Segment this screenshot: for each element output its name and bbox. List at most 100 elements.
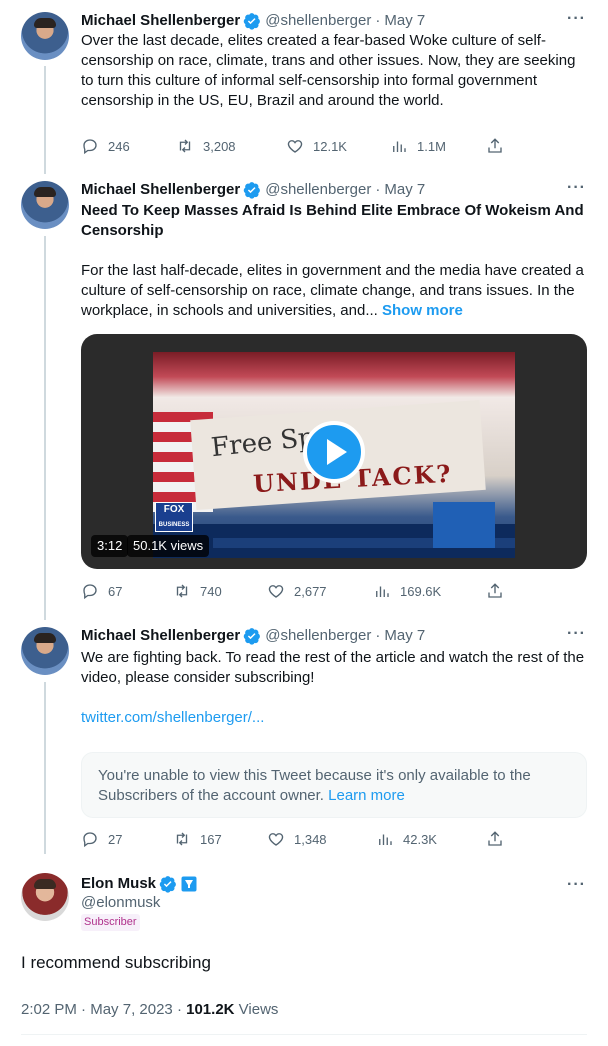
retweet-count: 740: [200, 583, 222, 599]
video-views: 50.1K views: [127, 535, 210, 557]
author-handle[interactable]: @shellenberger: [265, 180, 371, 200]
reply-button[interactable]: 27: [81, 830, 122, 848]
learn-more-link[interactable]: Learn more: [328, 787, 405, 804]
avatar[interactable]: [21, 873, 69, 921]
notice-text: You're unable to view this Tweet because…: [98, 767, 531, 804]
tweet-actions: 246 3,208 12.1K 1.1M: [81, 137, 504, 157]
retweet-count: 3,208: [203, 138, 236, 154]
reply-count: 246: [108, 138, 130, 154]
author-handle[interactable]: @shellenberger: [265, 11, 371, 31]
author-handle[interactable]: @elonmusk: [81, 894, 160, 911]
tweet-time[interactable]: 2:02 PM: [21, 1001, 77, 1018]
next-segment-box: [433, 502, 495, 548]
like-button[interactable]: 1,348: [267, 830, 327, 848]
reply-icon: [83, 584, 97, 600]
analytics-icon: [376, 586, 389, 597]
verified-icon: [243, 13, 261, 30]
divider: [21, 1034, 587, 1035]
tweet-header: Michael Shellenberger @shellenberger · M…: [81, 180, 425, 200]
share-icon: [488, 138, 502, 153]
tweet-text: I recommend subscribing: [21, 953, 211, 972]
views-button[interactable]: 169.6K: [373, 582, 441, 600]
like-count: 2,677: [294, 583, 327, 599]
more-options-icon[interactable]: ···: [567, 876, 586, 894]
play-button[interactable]: [303, 421, 365, 483]
thread-line: [44, 66, 46, 174]
show-more-link[interactable]: Show more: [382, 302, 463, 319]
retweet-icon: [179, 139, 191, 153]
separator-dot: ·: [176, 1001, 182, 1018]
article-headline[interactable]: Need To Keep Masses Afraid Is Behind Eli…: [81, 201, 591, 241]
share-button[interactable]: [486, 582, 504, 600]
author-name[interactable]: Michael Shellenberger: [81, 11, 240, 31]
views-label: Views: [238, 1001, 279, 1018]
share-button[interactable]: [486, 830, 504, 848]
avatar[interactable]: [21, 12, 69, 60]
separator-dot: ·: [81, 1001, 87, 1018]
tweet-date[interactable]: May 7: [384, 11, 425, 31]
retweet-button[interactable]: 167: [173, 830, 222, 848]
heart-icon: [268, 833, 284, 846]
more-options-icon[interactable]: ···: [567, 10, 586, 28]
reply-icon: [83, 832, 97, 848]
tweet-text: For the last half-decade, elites in gove…: [81, 261, 591, 321]
reply-count: 27: [108, 831, 123, 847]
reply-button[interactable]: 67: [81, 582, 122, 600]
fox-logo-text: FOX: [163, 504, 185, 515]
retweet-icon: [176, 832, 188, 846]
author-name[interactable]: Elon Musk: [81, 874, 156, 894]
retweet-button[interactable]: 3,208: [176, 137, 236, 155]
avatar[interactable]: [21, 181, 69, 229]
share-button[interactable]: [486, 137, 504, 155]
like-button[interactable]: 2,677: [267, 582, 327, 600]
reply-icon: [83, 139, 97, 155]
play-icon: [327, 439, 347, 465]
views-button[interactable]: 1.1M: [390, 137, 446, 155]
separator-dot: ·: [375, 12, 381, 29]
video-player[interactable]: Free Spe UNDE TACK? FOX BUSINESS 3:12 50.…: [81, 334, 587, 569]
heart-icon: [268, 585, 284, 598]
tweet-date[interactable]: May 7: [384, 180, 425, 200]
view-count: 42.3K: [403, 831, 437, 847]
like-button[interactable]: 12.1K: [286, 137, 347, 155]
tweet-header: Michael Shellenberger @shellenberger · M…: [81, 11, 425, 31]
author-name[interactable]: Michael Shellenberger: [81, 626, 240, 646]
thread-line: [44, 236, 46, 620]
video-duration: 3:12: [91, 535, 129, 557]
author-name[interactable]: Michael Shellenberger: [81, 180, 240, 200]
more-options-icon[interactable]: ···: [567, 179, 586, 197]
separator-dot: ·: [375, 181, 381, 198]
tweet-date[interactable]: May 7: [384, 626, 425, 646]
like-count: 12.1K: [313, 138, 347, 154]
share-icon: [488, 831, 502, 846]
tweet-date[interactable]: May 7, 2023: [90, 1001, 173, 1018]
like-count: 1,348: [294, 831, 327, 847]
verified-icon: [243, 182, 261, 199]
reply-button[interactable]: 246: [81, 137, 130, 155]
view-count: 101.2K: [186, 1001, 235, 1018]
more-options-icon[interactable]: ···: [567, 625, 586, 643]
tweet-actions: 67 740 2,677 169.6K: [81, 582, 504, 602]
tweet-link[interactable]: twitter.com/shellenberger/...: [81, 708, 591, 728]
view-count: 1.1M: [417, 138, 446, 154]
tweet-text: Over the last decade, elites created a f…: [81, 32, 576, 109]
subscriber-only-notice: You're unable to view this Tweet because…: [81, 752, 587, 818]
author-handle[interactable]: @shellenberger: [265, 626, 371, 646]
retweet-icon: [176, 584, 188, 598]
heart-icon: [287, 140, 303, 153]
avatar[interactable]: [21, 627, 69, 675]
view-count: 169.6K: [400, 583, 442, 599]
retweet-count: 167: [200, 831, 222, 847]
views-button[interactable]: 42.3K: [376, 830, 437, 848]
verified-icon: [243, 628, 261, 645]
tweet-text: We are fighting back. To read the rest o…: [81, 649, 585, 686]
fox-logo: FOX BUSINESS: [155, 502, 193, 532]
affiliate-badge-icon[interactable]: [181, 876, 197, 892]
retweet-button[interactable]: 740: [173, 582, 222, 600]
tweet-header: Michael Shellenberger @shellenberger · M…: [81, 626, 425, 646]
analytics-icon: [379, 834, 392, 845]
author-name-row: Elon Musk: [81, 874, 197, 894]
share-icon: [488, 583, 502, 598]
verified-icon: [159, 876, 176, 893]
article-excerpt: For the last half-decade, elites in gove…: [81, 262, 584, 319]
